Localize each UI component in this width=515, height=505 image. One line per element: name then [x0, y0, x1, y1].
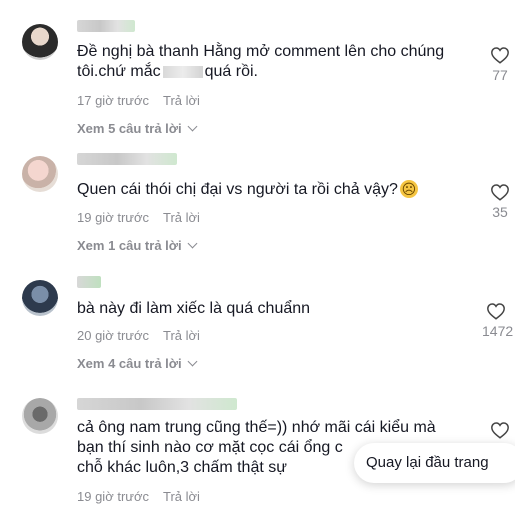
avatar[interactable]	[22, 280, 58, 316]
like-button[interactable]	[482, 421, 515, 439]
comment-text-line3: chỗ khác luôn,3 chấm thật sự	[77, 459, 287, 476]
view-replies-button[interactable]: Xem 1 câu trả lời	[77, 238, 198, 254]
like-count: 35	[492, 204, 508, 220]
comment-text-line1: cả ông nam trung cũng thế=)) nhớ mãi cái…	[77, 419, 436, 436]
chevron-down-icon	[187, 121, 198, 132]
view-replies-label: Xem 5 câu trả lời	[77, 121, 182, 136]
reply-button[interactable]: Trả lời	[163, 93, 200, 108]
view-replies-label: Xem 1 câu trả lời	[77, 238, 182, 253]
heart-icon	[477, 302, 515, 320]
avatar[interactable]	[22, 24, 58, 60]
username[interactable]	[77, 398, 237, 410]
chevron-down-icon	[187, 238, 198, 249]
like-button[interactable]: 77	[482, 46, 515, 83]
comment-meta: 20 giờ trước Trả lời	[77, 328, 200, 344]
like-count: 1472	[482, 323, 514, 339]
username[interactable]	[77, 276, 101, 288]
comment-text-line1: Đề nghị bà thanh Hằng mở comment lên cho…	[77, 43, 445, 60]
heart-icon	[482, 46, 515, 64]
comment-meta: 19 giờ trước Trả lời	[77, 489, 200, 505]
view-replies-label: Xem 4 câu trả lời	[77, 356, 182, 371]
timestamp: 20 giờ trước	[77, 328, 149, 343]
sad-face-emoji: ☹	[399, 180, 418, 198]
reply-button[interactable]: Trả lời	[163, 328, 200, 343]
view-replies-button[interactable]: Xem 4 câu trả lời	[77, 356, 198, 372]
timestamp: 19 giờ trước	[77, 210, 149, 225]
comment-text: bà này đi làm xiếc là quá chuẩnn	[77, 299, 310, 319]
avatar[interactable]	[22, 398, 58, 434]
chevron-down-icon	[187, 356, 198, 367]
comment-text-line2-end: quá rồi.	[204, 63, 258, 80]
comment-text: Quen cái thói chị đại vs người ta rồi ch…	[77, 180, 418, 200]
comment-text-line2: bạn thí sinh nào cơ mặt cọc cái ổng c	[77, 439, 343, 456]
username[interactable]	[77, 20, 135, 32]
comment-text: Đề nghị bà thanh Hằng mở comment lên cho…	[77, 42, 444, 82]
back-to-top-label: Quay lại đầu trang	[366, 454, 489, 471]
view-replies-button[interactable]: Xem 5 câu trả lời	[77, 121, 198, 137]
like-button[interactable]: 1472	[477, 302, 515, 339]
comment-text-line1: bà này đi làm xiếc là quá chuẩnn	[77, 300, 311, 317]
reply-button[interactable]: Trả lời	[163, 210, 200, 225]
username[interactable]	[77, 153, 177, 165]
comment-text-line1: Quen cái thói chị đại vs người ta rồi ch…	[77, 181, 398, 198]
back-to-top-button[interactable]: Quay lại đầu trang	[354, 443, 515, 483]
heart-icon	[482, 421, 515, 439]
timestamp: 19 giờ trước	[77, 489, 149, 504]
timestamp: 17 giờ trước	[77, 93, 149, 108]
reply-button[interactable]: Trả lời	[163, 489, 200, 504]
comment-meta: 19 giờ trước Trả lời	[77, 210, 200, 226]
comment-text-line2-start: tôi.chứ mắc	[77, 63, 161, 80]
like-count: 77	[492, 67, 508, 83]
avatar[interactable]	[22, 156, 58, 192]
censored-word	[162, 65, 203, 78]
heart-icon	[482, 183, 515, 201]
comment-meta: 17 giờ trước Trả lời	[77, 93, 200, 109]
like-button[interactable]: 35	[482, 183, 515, 220]
